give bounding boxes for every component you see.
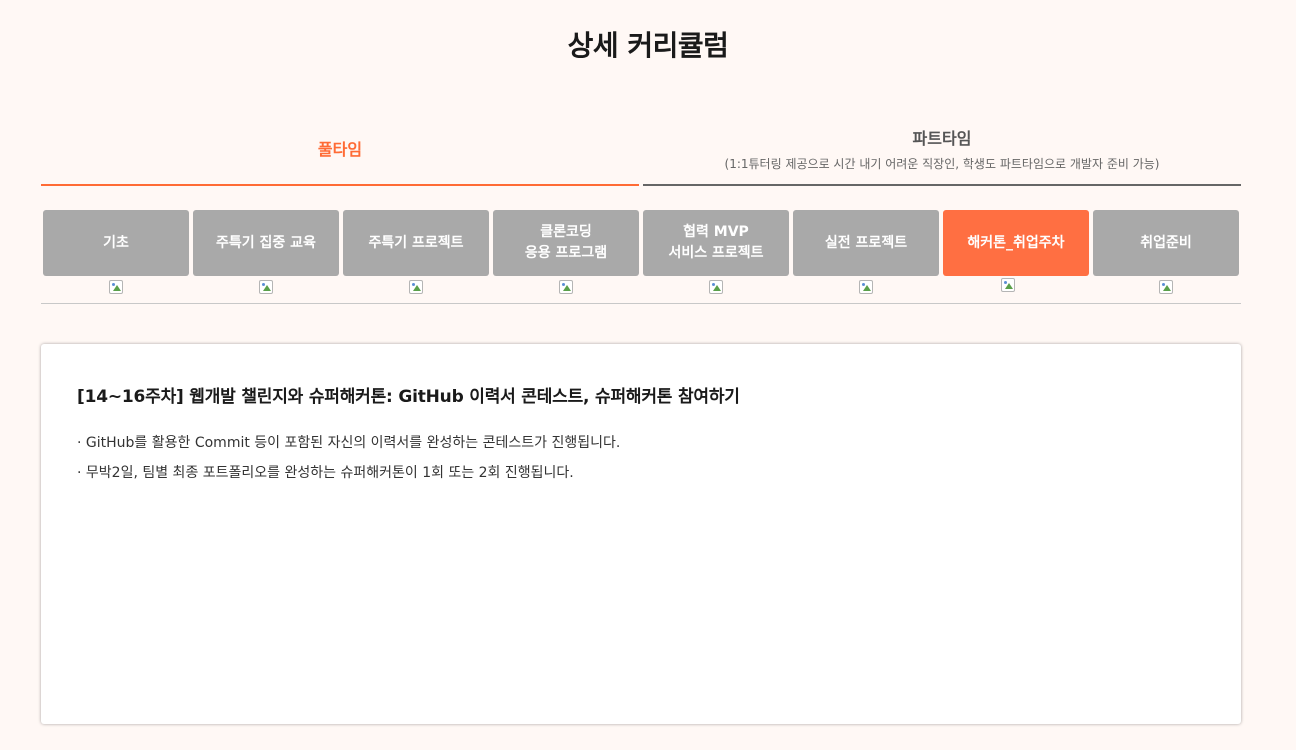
week-tab-practical-project[interactable]: 실전 프로젝트 <box>793 210 939 276</box>
tab-parttime-description: (1:1튜터링 제공으로 시간 내기 어려운 직장인, 학생도 파트타임으로 개… <box>724 156 1160 171</box>
tab-parttime-label: 파트타임 <box>912 128 972 148</box>
week-tab-clone-coding[interactable]: 클론코딩 응용 프로그램 <box>493 210 639 276</box>
tab-fulltime-label: 풀타임 <box>317 140 363 159</box>
detail-card: [14~16주차] 웹개발 챌린지와 슈퍼해커톤: GitHub 이력서 콘테스… <box>41 344 1241 724</box>
broken-image-icon <box>409 280 423 294</box>
week-tab-specialty-project[interactable]: 주특기 프로젝트 <box>343 210 489 276</box>
broken-image-icon <box>859 280 873 294</box>
week-tab-hackathon[interactable]: 해커톤_취업주차 <box>943 210 1089 276</box>
broken-image-icon <box>1159 280 1173 294</box>
broken-image-icon <box>709 280 723 294</box>
broken-image-icon <box>109 280 123 294</box>
detail-title: [14~16주차] 웹개발 챌린지와 슈퍼해커톤: GitHub 이력서 콘테스… <box>77 387 740 407</box>
week-tab-intensive-training[interactable]: 주특기 집중 교육 <box>193 210 339 276</box>
broken-image-icon <box>259 280 273 294</box>
broken-image-icon <box>559 280 573 294</box>
tab-parttime[interactable]: 파트타임 (1:1튜터링 제공으로 시간 내기 어려운 직장인, 학생도 파트타… <box>643 112 1241 186</box>
detail-line: · GitHub를 활용한 Commit 등이 포함된 자신의 이력서를 완성하… <box>77 435 621 451</box>
broken-image-icon <box>1001 278 1015 292</box>
week-tabs: 기초 주특기 집중 교육 주특기 프로젝트 클론코딩 응용 프로그램 협력 MV… <box>41 210 1241 304</box>
detail-line: · 무박2일, 팀별 최종 포트폴리오를 완성하는 슈퍼해커톤이 1회 또는 2… <box>77 465 574 481</box>
tab-fulltime[interactable]: 풀타임 <box>41 112 639 186</box>
week-tab-basic[interactable]: 기초 <box>43 210 189 276</box>
week-tab-mvp-project[interactable]: 협력 MVP 서비스 프로젝트 <box>643 210 789 276</box>
page-title: 상세 커리큘럼 <box>567 29 729 62</box>
mode-tabs: 풀타임 파트타임 (1:1튜터링 제공으로 시간 내기 어려운 직장인, 학생도… <box>41 112 1241 186</box>
week-tab-job-prep[interactable]: 취업준비 <box>1093 210 1239 276</box>
